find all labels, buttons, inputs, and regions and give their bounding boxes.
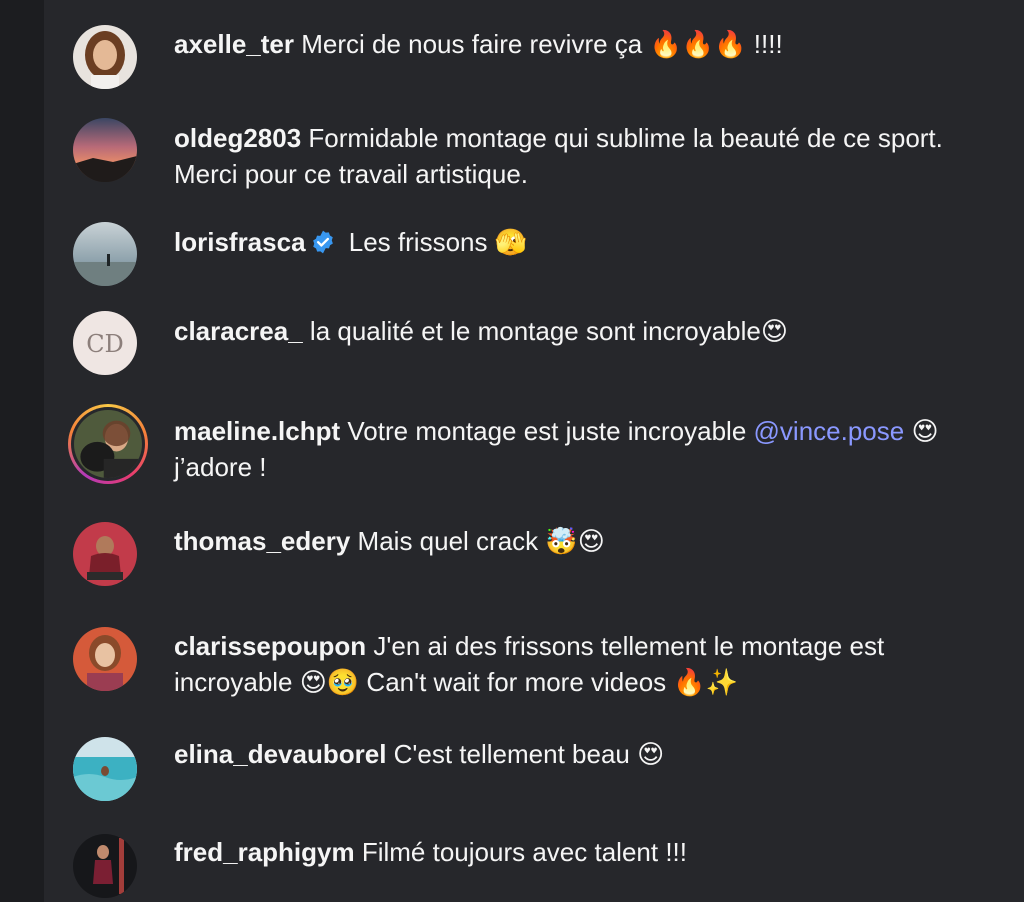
comment-text: axelle_ter Merci de nous faire revivre ç… [174, 26, 974, 62]
comment-username[interactable]: oldeg2803 [174, 123, 301, 153]
avatar[interactable] [73, 834, 137, 898]
comment-username[interactable]: fred_raphigym [174, 837, 355, 867]
comment-username[interactable]: lorisfrasca [174, 227, 306, 257]
avatar-photo [73, 627, 137, 691]
avatar-photo: CD [73, 311, 137, 375]
comment-username[interactable]: clarissepoupon [174, 631, 366, 661]
comment-username[interactable]: thomas_edery [174, 526, 350, 556]
comment-username[interactable]: axelle_ter [174, 29, 294, 59]
avatar[interactable] [73, 737, 137, 801]
comment-text: elina_devauborel C'est tellement beau 😍 [174, 736, 974, 772]
avatar-photo [73, 522, 137, 586]
avatar [74, 410, 142, 478]
avatar[interactable] [73, 627, 137, 691]
comment-text: thomas_edery Mais quel crack 🤯😍 [174, 523, 974, 559]
comment-username[interactable]: maeline.lchpt [174, 416, 340, 446]
avatar-photo [74, 410, 142, 478]
comment-text: clarissepoupon J'en ai des frissons tell… [174, 628, 974, 700]
avatar-story-ring[interactable] [68, 404, 148, 484]
comment-body: C'est tellement beau 😍 [393, 739, 665, 769]
avatar[interactable] [73, 522, 137, 586]
comment-body: Votre montage est juste incroyable [347, 416, 747, 446]
comment-text: oldeg2803 Formidable montage qui sublime… [174, 120, 974, 192]
avatar-photo [73, 834, 137, 898]
comment-text: maeline.lchpt Votre montage est juste in… [174, 413, 974, 485]
comment-body: la qualité et le montage sont incroyable… [309, 316, 788, 346]
comment-body: Merci de nous faire revivre ça 🔥🔥🔥 !!!! [301, 29, 783, 59]
avatar-photo [73, 25, 137, 89]
avatar[interactable] [73, 25, 137, 89]
comment-username[interactable]: elina_devauborel [174, 739, 386, 769]
svg-text:CD: CD [86, 330, 124, 358]
comments-list: axelle_ter Merci de nous faire revivre ç… [0, 0, 1024, 902]
comment-body: Mais quel crack 🤯😍 [357, 526, 605, 556]
comment-username[interactable]: claracrea_ [174, 316, 303, 346]
avatar-photo [73, 222, 137, 286]
avatar[interactable] [73, 222, 137, 286]
avatar-photo [73, 737, 137, 801]
comment-text: lorisfrasca Les frissons 🫣 [174, 224, 974, 260]
comment-text: claracrea_ la qualité et le montage sont… [174, 313, 974, 349]
mention-link[interactable]: @vince.pose [754, 416, 905, 446]
verified-badge-icon [310, 229, 336, 255]
avatar[interactable]: CD [73, 311, 137, 375]
avatar[interactable] [73, 118, 137, 182]
avatar-photo [73, 118, 137, 182]
comment-body: Filmé toujours avec talent !!! [361, 837, 687, 867]
comment-body: Les frissons 🫣 [348, 227, 528, 257]
comment-text: fred_raphigym Filmé toujours avec talent… [174, 834, 974, 870]
